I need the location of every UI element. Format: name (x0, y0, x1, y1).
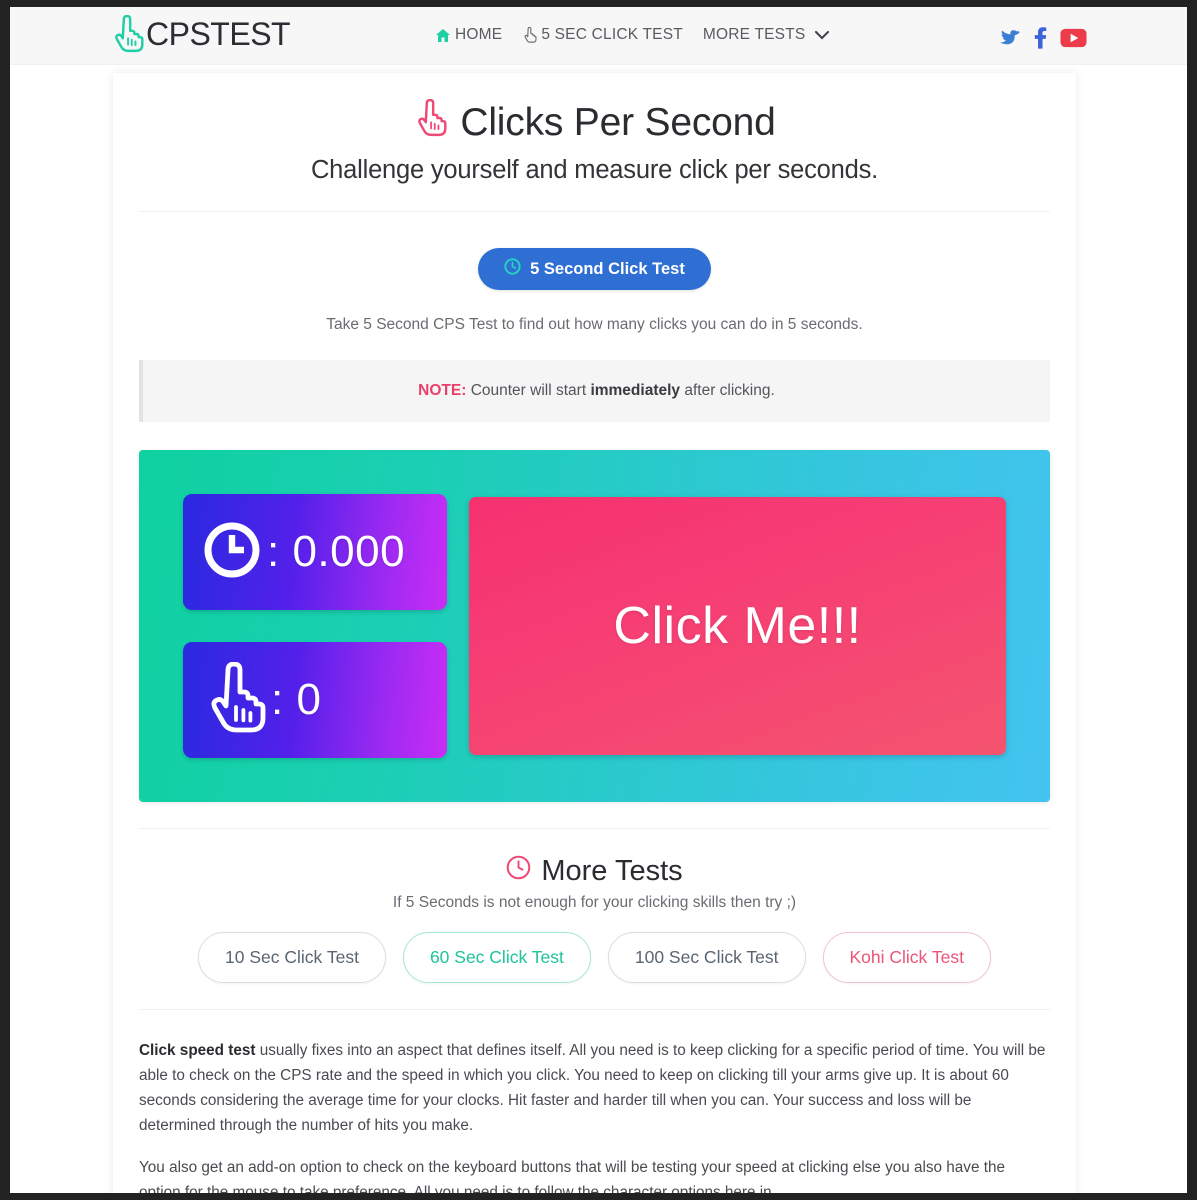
twitter-icon[interactable] (999, 29, 1021, 48)
clock-icon (504, 258, 521, 280)
page-title-text: Clicks Per Second (460, 101, 776, 144)
test-lead-text: Take 5 Second CPS Test to find out how m… (326, 316, 863, 333)
click-me-button[interactable]: Click Me!!! (469, 497, 1006, 755)
facebook-icon[interactable] (1034, 27, 1047, 49)
nav-item-more-tests[interactable]: MORE TESTS (703, 26, 830, 44)
hand-pointer-icon (110, 15, 144, 53)
pill-kohi-click-test[interactable]: Kohi Click Test (822, 932, 991, 983)
more-tests-title: More Tests (139, 855, 1050, 888)
youtube-icon[interactable] (1060, 28, 1087, 48)
note-tag: NOTE: (418, 382, 467, 399)
more-tests-section: More Tests If 5 Seconds is not enough fo… (139, 829, 1050, 983)
5-second-click-test-button[interactable]: 5 Second Click Test (478, 248, 711, 290)
click-test-area: : 0.000 : 0 Click Me!!! (139, 450, 1050, 802)
more-tests-subtitle: If 5 Seconds is not enough for your clic… (392, 894, 797, 911)
page-viewport: CPSTEST HOME 5 SEC CLICK TEST MORE TESTS… (10, 7, 1187, 1193)
brand-logo[interactable]: CPSTEST (110, 15, 291, 53)
timer-value: : 0.000 (267, 527, 406, 576)
pill-100-sec-click-test[interactable]: 100 Sec Click Test (607, 932, 806, 983)
hand-pointer-icon (201, 661, 267, 739)
pill-60-sec-click-test[interactable]: 60 Sec Click Test (402, 932, 591, 983)
article-p1-bold: Click speed test (139, 1042, 256, 1059)
timer-panel: : 0.000 (183, 494, 447, 610)
note-after: after clicking. (680, 382, 775, 399)
clock-icon (201, 519, 263, 586)
divider (139, 1009, 1050, 1010)
pill-10-sec-click-test[interactable]: 10 Sec Click Test (198, 932, 386, 983)
more-tests-pills: 10 Sec Click Test 60 Sec Click Test 100 … (139, 932, 1050, 983)
social-links (999, 27, 1087, 49)
primary-test-row: 5 Second Click Test (139, 248, 1050, 290)
stats-column: : 0.000 : 0 (183, 494, 447, 758)
hand-pointer-icon (413, 98, 447, 147)
nav-item-home-label: HOME (455, 26, 503, 43)
nav-item-home[interactable]: HOME (435, 26, 502, 44)
article-body: Click speed test usually fixes into an a… (139, 1038, 1050, 1193)
nav-item-5-sec-click-test[interactable]: 5 SEC CLICK TEST (522, 26, 683, 44)
more-tests-title-text: More Tests (541, 855, 683, 887)
page-title: Clicks Per Second (139, 98, 1050, 147)
clock-icon (506, 855, 531, 888)
article-paragraph-1: Click speed test usually fixes into an a… (139, 1038, 1050, 1138)
hero-section: Clicks Per Second Challenge yourself and… (139, 73, 1050, 185)
counter-panel: : 0 (183, 642, 447, 758)
page-subtitle: Challenge yourself and measure click per… (310, 156, 879, 184)
nav-item-5-sec-label: 5 SEC CLICK TEST (541, 26, 683, 43)
home-icon (435, 28, 451, 43)
note-banner: NOTE: Counter will start immediately aft… (139, 360, 1050, 422)
content-card: Clicks Per Second Challenge yourself and… (113, 73, 1076, 1193)
5-second-click-test-label: 5 Second Click Test (530, 259, 685, 278)
note-emphasis: immediately (590, 382, 681, 399)
counter-value: : 0 (271, 675, 322, 724)
hand-pointer-icon (522, 27, 537, 43)
main-nav: HOME 5 SEC CLICK TEST MORE TESTS (435, 26, 830, 44)
divider (139, 211, 1050, 212)
site-header: CPSTEST HOME 5 SEC CLICK TEST MORE TESTS (10, 7, 1187, 65)
article-paragraph-2: You also get an add-on option to check o… (139, 1159, 1005, 1193)
nav-item-more-tests-label: MORE TESTS (702, 26, 806, 43)
note-before: Counter will start (466, 382, 591, 399)
article-p1-rest: usually fixes into an aspect that define… (139, 1042, 1046, 1134)
chevron-down-icon (809, 30, 830, 41)
brand-text: CPSTEST (146, 15, 291, 52)
browser-frame: CPSTEST HOME 5 SEC CLICK TEST MORE TESTS… (0, 0, 1197, 1200)
